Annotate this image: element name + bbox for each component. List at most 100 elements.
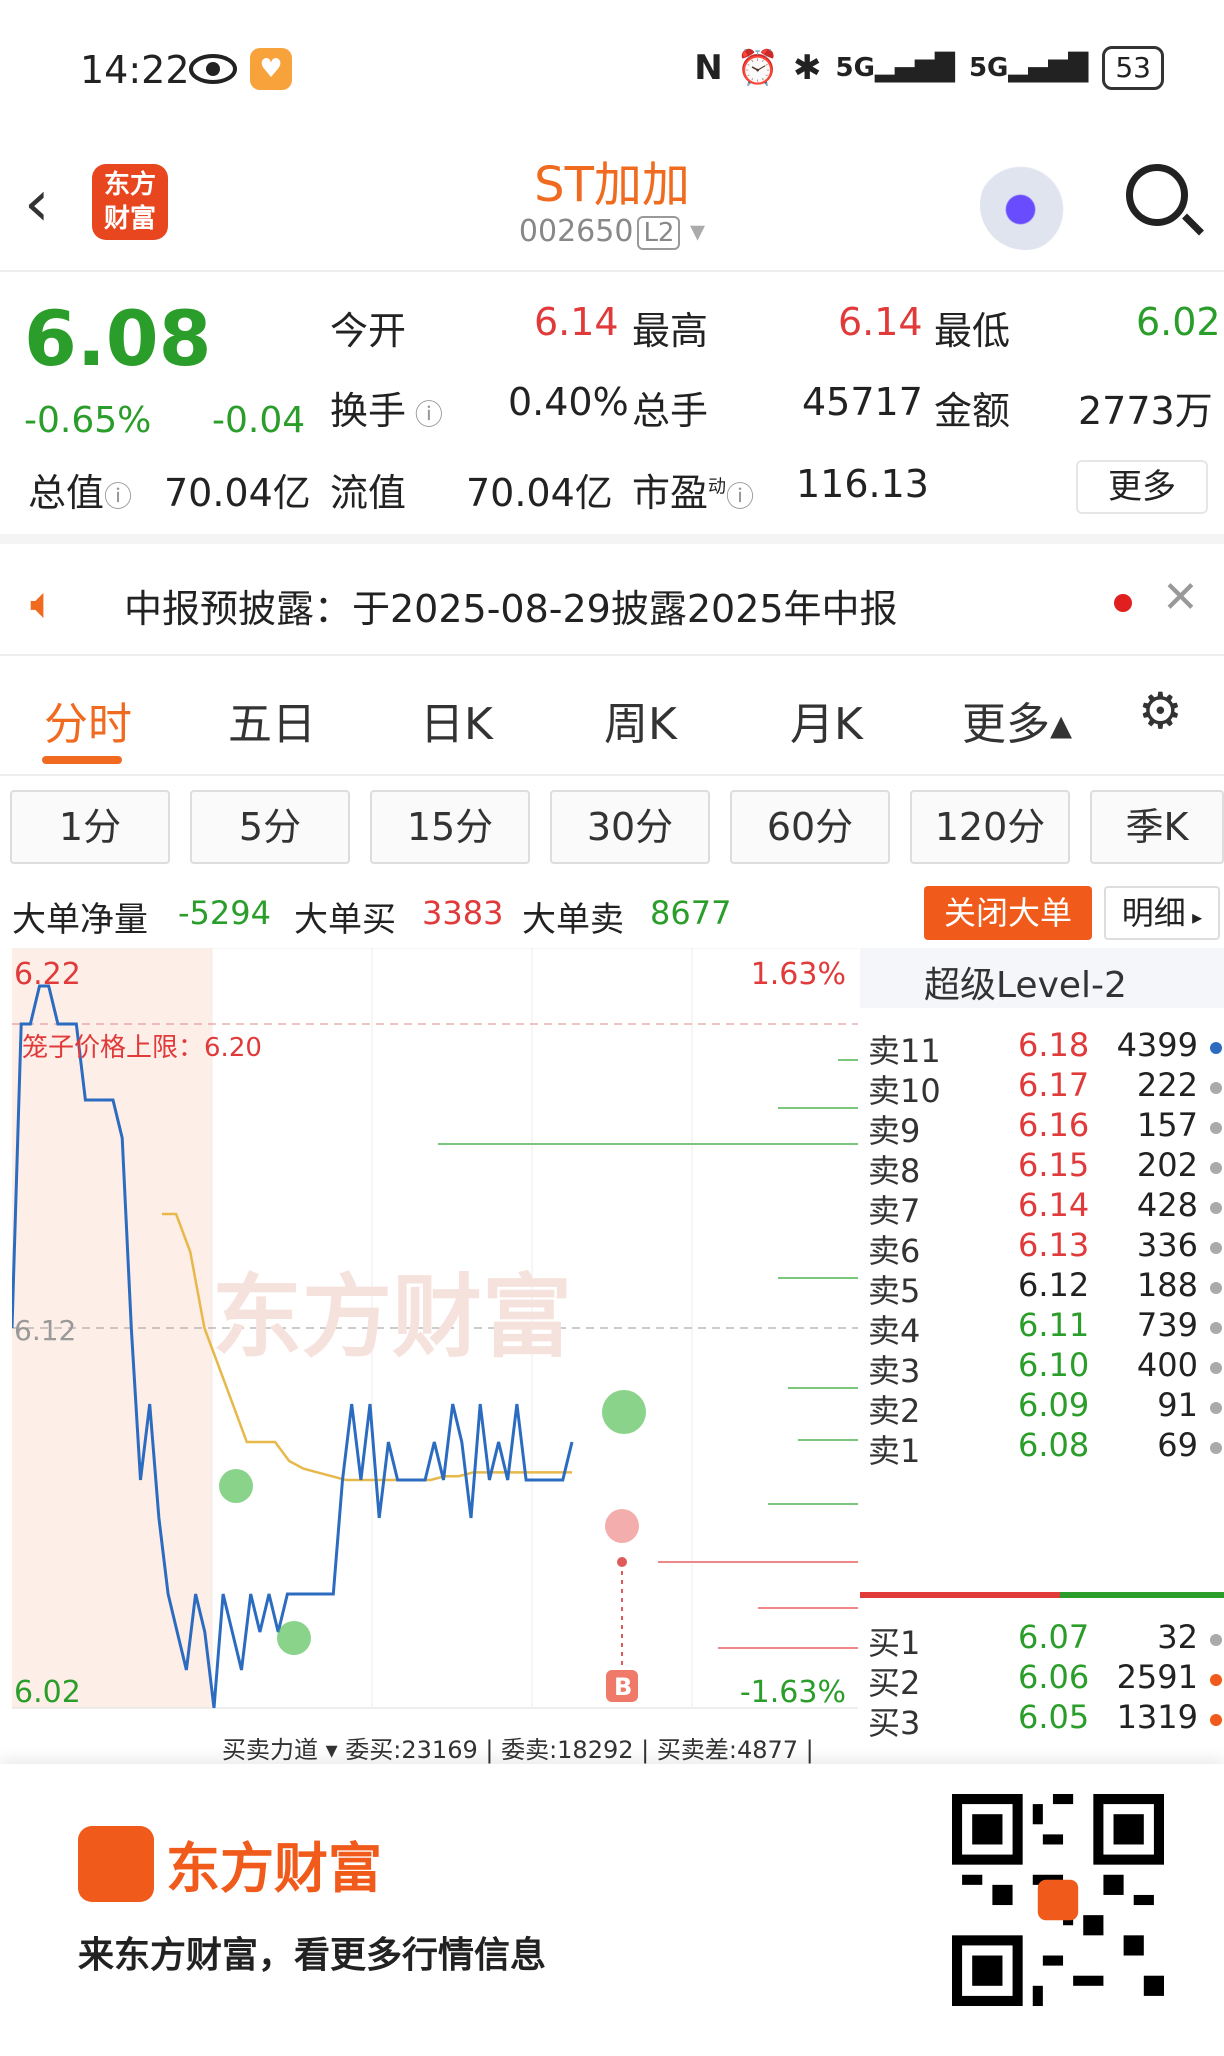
period-5min[interactable]: 5分: [190, 790, 350, 864]
level-dot-icon: [1210, 1122, 1222, 1134]
app-notification-icon: ♥: [250, 48, 292, 90]
level-dot-icon: [1210, 1242, 1222, 1254]
brand-logo-icon: [78, 1826, 154, 1902]
sell-level-volume: 222: [1136, 1066, 1198, 1104]
close-big-order-button[interactable]: 关闭大单: [924, 886, 1092, 940]
sell-row[interactable]: 卖1 6.08 69: [868, 1420, 1224, 1472]
sell-level-volume: 202: [1136, 1146, 1198, 1184]
open-value: 6.14: [534, 300, 619, 344]
sell-signal-dot: [605, 1509, 639, 1543]
period-quarter-k[interactable]: 季K: [1090, 790, 1224, 864]
close-icon[interactable]: ✕: [1162, 572, 1199, 623]
pct-top-label: 1.63%: [751, 957, 846, 992]
footer-slogan: 来东方财富，看更多行情信息: [78, 1935, 547, 1976]
status-bar: 14:22 ♥ N ⏰ ✱ 5G▂▄▆█ 5G▂▄▆█ 53: [0, 0, 1224, 140]
detail-button[interactable]: 明细 ▸: [1104, 886, 1220, 940]
y-mid-label: 6.12: [14, 1314, 76, 1347]
level-dot-icon: [1210, 1082, 1222, 1094]
gear-icon[interactable]: ⚙: [1138, 682, 1183, 740]
sell-level-volume: 91: [1157, 1386, 1198, 1424]
sell-level-price: 6.08: [1018, 1426, 1090, 1464]
level-dot-icon: [1210, 1162, 1222, 1174]
tab-monthly-k[interactable]: 月K: [790, 688, 863, 752]
period-tabs: 1分 5分 15分 30分 60分 120分 季K: [0, 790, 1224, 866]
amount-value: 2773万: [1078, 389, 1213, 433]
y-top-label: 6.22: [14, 957, 81, 992]
info-icon[interactable]: ⓘ: [406, 398, 443, 431]
buy-signal-dot: [219, 1469, 253, 1503]
sell-level-volume: 157: [1136, 1106, 1198, 1144]
level-dot-icon: [1210, 1282, 1222, 1294]
stock-header: ‹ 东方 财富 ST加加 002650 L2 ▾: [0, 140, 1224, 272]
level-dot-icon: [1210, 1634, 1222, 1646]
big-sell-label: 大单卖: [522, 900, 624, 940]
info-icon[interactable]: ⓘ: [104, 480, 132, 513]
buy-level-price: 6.06: [1018, 1658, 1090, 1696]
tab-five-day[interactable]: 五日: [228, 688, 316, 752]
tab-intraday[interactable]: 分时: [44, 688, 132, 752]
more-button[interactable]: 更多: [1076, 460, 1208, 514]
high-label: 最高: [632, 309, 709, 353]
pe-label: 市盈动ⓘ: [632, 471, 755, 515]
volume-value: 45717: [802, 380, 923, 424]
period-120min[interactable]: 120分: [910, 790, 1070, 864]
robot-assistant-icon[interactable]: [980, 160, 1070, 250]
level-dot-icon: [1210, 1442, 1222, 1454]
buy-level-volume: 32: [1157, 1618, 1198, 1656]
info-icon[interactable]: ⓘ: [726, 480, 754, 513]
sell-level-price: 6.13: [1018, 1226, 1090, 1264]
big-net-label: 大单净量: [12, 900, 148, 940]
tab-daily-k[interactable]: 日K: [420, 688, 493, 752]
level-dot-icon: [1210, 1714, 1222, 1726]
period-60min[interactable]: 60分: [730, 790, 890, 864]
svg-text:B: B: [614, 1673, 632, 1701]
big-buy-label: 大单买: [294, 900, 396, 940]
level-dot-icon: [1210, 1322, 1222, 1334]
volume-label: 总手: [632, 389, 709, 433]
search-icon[interactable]: [1126, 164, 1188, 226]
chevron-down-icon: ▾: [690, 214, 706, 249]
qr-code-icon: [952, 1794, 1164, 2006]
period-1min[interactable]: 1分: [10, 790, 170, 864]
current-price: 6.08: [24, 294, 212, 383]
big-buy-value: 3383: [422, 894, 504, 932]
cage-label: 笼子价格上限：6.20: [22, 1033, 262, 1063]
sell-level-volume: 188: [1136, 1266, 1198, 1304]
buy-level-volume: 2591: [1116, 1658, 1198, 1696]
low-label: 最低: [934, 309, 1011, 353]
sell-level-volume: 400: [1136, 1346, 1198, 1384]
level-dot-icon: [1210, 1402, 1222, 1414]
quote-panel: 6.08 -0.65% -0.04 今开 6.14 最高 6.14 最低 6.0…: [0, 274, 1224, 544]
turnover-label: 换手 ⓘ: [330, 389, 443, 433]
big-sell-value: 8677: [650, 894, 732, 932]
period-15min[interactable]: 15分: [370, 790, 530, 864]
sell-level-volume: 336: [1136, 1226, 1198, 1264]
notice-bar[interactable]: 🔈︎ 中报预披露：于2025-08-29披露2025年中报 ✕: [0, 556, 1224, 656]
notice-text: 中报预披露：于2025-08-29披露2025年中报: [124, 587, 898, 631]
signal-2-icon: 5G▂▄▆█: [968, 53, 1089, 83]
buy-row[interactable]: 买3 6.05 1319: [868, 1692, 1224, 1744]
status-time: 14:22: [80, 48, 190, 92]
intraday-chart[interactable]: 东方财富 B 6.22 6.12 6.02 1.63% -1.63% 笼子价格上…: [12, 948, 858, 1764]
level-dot-icon: [1210, 1674, 1222, 1686]
amount-label: 金额: [934, 389, 1011, 433]
tab-more[interactable]: 更多▴: [962, 688, 1072, 752]
sell-level-label: 卖1: [868, 1432, 921, 1470]
brand-name: 东方财富: [166, 1837, 382, 1900]
level-dot-icon: [1210, 1362, 1222, 1374]
level2-panel: 超级Level-2 卖11 6.18 4399 卖10 6.17 222 卖9 6.16 157…: [860, 948, 1224, 1764]
eye-icon: [189, 54, 237, 84]
signal-1-icon: 5G▂▄▆█: [835, 53, 955, 83]
sell-level-volume: 739: [1136, 1306, 1198, 1344]
battery-icon: 53: [1102, 46, 1164, 90]
order-force-bar[interactable]: 买卖力道 ▾ 委买:23169 | 委卖:18292 | 买卖差:4877 |: [222, 1736, 814, 1764]
buy-signal-dot: [277, 1621, 311, 1655]
tab-weekly-k[interactable]: 周K: [604, 688, 677, 752]
level-dot-icon: [1210, 1202, 1222, 1214]
change-amt: -0.04: [212, 400, 306, 441]
caret-right-icon: ▸: [1185, 905, 1203, 929]
open-label: 今开: [330, 309, 407, 353]
sell-level-price: 6.12: [1018, 1266, 1090, 1304]
sell-level-volume: 69: [1157, 1426, 1198, 1464]
period-30min[interactable]: 30分: [550, 790, 710, 864]
